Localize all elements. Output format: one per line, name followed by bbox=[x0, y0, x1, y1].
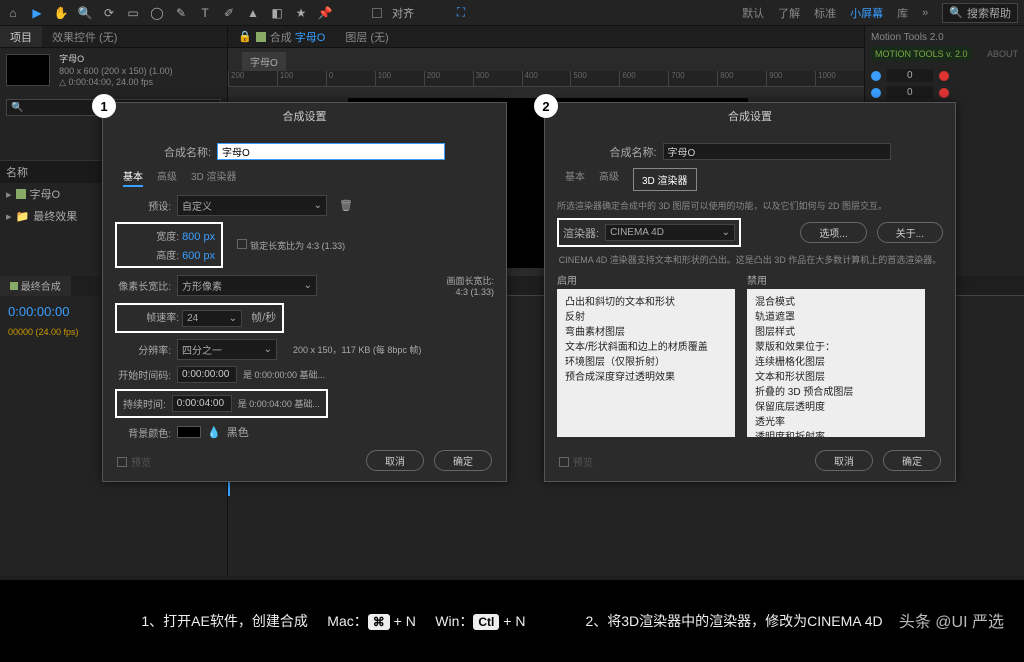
dimensions-highlight: 宽度: 800 px 高度: 600 px bbox=[115, 222, 223, 268]
motion-brand: MOTION TOOLS v. 2.0 bbox=[871, 47, 972, 61]
framerate-highlight: 帧速率: 24⌄ 帧/秒 bbox=[115, 303, 284, 333]
cmd-key-icon: ⌘ bbox=[368, 614, 390, 630]
renderer-select[interactable]: CINEMA 4D⌄ bbox=[605, 224, 735, 241]
comp-name-input-2[interactable] bbox=[663, 143, 891, 160]
comp-settings-dialog-2: 合成设置 合成名称: 基本 高级 3D 渲染器 所选渲染器确定合成中的 3D 图… bbox=[544, 102, 956, 482]
dot-blue2-icon[interactable] bbox=[871, 88, 881, 98]
comp-name-label: 合成名称: bbox=[164, 144, 211, 160]
chevron-down-icon: ⌄ bbox=[314, 200, 322, 211]
dialog2-title: 合成设置 bbox=[545, 103, 955, 129]
tab-effect-controls[interactable]: 效果控件 (无) bbox=[42, 26, 127, 47]
stamp-tool-icon[interactable]: ▲ bbox=[246, 6, 260, 20]
workspace-learn[interactable]: 了解 bbox=[778, 5, 800, 21]
dot-red-icon[interactable] bbox=[939, 71, 949, 81]
workspace-more-icon[interactable]: » bbox=[922, 7, 928, 19]
tab-project[interactable]: 项目 bbox=[0, 26, 42, 47]
viewer-inner-tab[interactable]: 字母O bbox=[242, 52, 286, 71]
ctrl-key: Ctl bbox=[473, 614, 499, 630]
motion-tools-title: Motion Tools 2.0 bbox=[871, 32, 1018, 43]
tab-3d-renderer[interactable]: 3D 渲染器 bbox=[191, 168, 237, 187]
workspace-default[interactable]: 默认 bbox=[742, 5, 764, 21]
selection-tool-icon[interactable]: ▶ bbox=[30, 6, 44, 20]
pen-tool-icon[interactable]: ✎ bbox=[174, 6, 188, 20]
framerate-select[interactable]: 24⌄ bbox=[182, 310, 242, 327]
bg-color-chip[interactable] bbox=[177, 426, 201, 438]
timeline-tab[interactable]: 最终合成 bbox=[0, 276, 71, 296]
trash-icon[interactable]: 🗑 bbox=[339, 199, 353, 212]
tab-basic-2[interactable]: 基本 bbox=[565, 168, 585, 191]
comp-name-input[interactable] bbox=[217, 143, 445, 160]
tab-advanced-2[interactable]: 高级 bbox=[599, 168, 619, 191]
folder-icon: 📁 bbox=[16, 210, 30, 223]
workspace-library[interactable]: 库 bbox=[897, 5, 908, 21]
text-tool-icon[interactable]: T bbox=[198, 6, 212, 20]
expand-icon[interactable]: ⛶ bbox=[454, 6, 468, 20]
comp-info: 字母O 800 x 600 (200 x 150) (1.00) △ 0:00:… bbox=[59, 54, 173, 89]
about-link[interactable]: ABOUT bbox=[987, 49, 1018, 59]
brush-tool-icon[interactable]: ✐ bbox=[222, 6, 236, 20]
pixel-aspect-select[interactable]: 方形像素⌄ bbox=[177, 275, 317, 296]
workspace-standard[interactable]: 标准 bbox=[814, 5, 836, 21]
hand-tool-icon[interactable]: ✋ bbox=[54, 6, 68, 20]
start-timecode-input[interactable] bbox=[177, 366, 237, 383]
snap-checkbox[interactable] bbox=[372, 8, 382, 18]
tab-layer-viewer[interactable]: 图层 (无) bbox=[335, 26, 398, 47]
ok-button-2[interactable]: 确定 bbox=[883, 450, 941, 471]
height-value[interactable]: 600 px bbox=[182, 250, 215, 262]
about-button[interactable]: 关于... bbox=[877, 222, 943, 243]
comp-settings-dialog-1: 合成设置 合成名称: 基本 高级 3D 渲染器 预设: 自定义⌄ 🗑 宽度: 8… bbox=[102, 102, 507, 482]
tab-basic[interactable]: 基本 bbox=[123, 168, 143, 187]
tab-comp-viewer[interactable]: 合成 字母O bbox=[270, 29, 326, 45]
lock-icon: 🔒 bbox=[238, 30, 252, 43]
roto-tool-icon[interactable]: ★ bbox=[294, 6, 308, 20]
preview-checkbox-1[interactable] bbox=[117, 457, 127, 467]
ok-button-1[interactable]: 确定 bbox=[434, 450, 492, 471]
dot-red2-icon[interactable] bbox=[939, 88, 949, 98]
watermark: 头条 @UI 严选 bbox=[899, 608, 1004, 632]
caption-bar: 1、打开AE软件，创建合成 Mac：⌘ + N Win：Ctl + N 2、将3… bbox=[0, 580, 1024, 662]
disabled-list: 混合模式 轨道遮罩 图层样式 蒙版和效果位于： 连续栅格化图层 文本和形状图层 … bbox=[747, 289, 925, 437]
puppet-tool-icon[interactable]: 📌 bbox=[318, 6, 332, 20]
dot-blue-icon[interactable] bbox=[871, 71, 881, 81]
renderer-desc: 所选渲染器确定合成中的 3D 图层可以使用的功能，以及它们如何与 2D 图层交互… bbox=[557, 199, 943, 212]
snap-label: 对齐 bbox=[392, 5, 414, 21]
duration-input[interactable] bbox=[172, 395, 232, 412]
resolution-select[interactable]: 四分之一⌄ bbox=[177, 339, 277, 360]
duration-highlight: 持续时间: 是 0:00:04:00 基础... bbox=[115, 389, 328, 418]
renderer-highlight: 渲染器: CINEMA 4D⌄ bbox=[557, 218, 741, 247]
rect-tool-icon[interactable]: ▭ bbox=[126, 6, 140, 20]
dialog1-title: 合成设置 bbox=[103, 103, 506, 129]
top-toolbar: ⌂ ▶ ✋ 🔍 ⟳ ▭ ◯ ✎ T ✐ ▲ ◧ ★ 📌 对齐 ⛶ 默认 了解 标… bbox=[0, 0, 1024, 26]
home-icon[interactable]: ⌂ bbox=[6, 6, 20, 20]
lock-aspect-checkbox[interactable] bbox=[237, 239, 247, 249]
comp-thumbnail[interactable] bbox=[6, 54, 50, 86]
step-badge-2: 2 bbox=[534, 94, 558, 118]
search-icon: 🔍 bbox=[949, 6, 963, 19]
enabled-list: 凸出和斜切的文本和形状 反射 弯曲素材图层 文本/形状斜面和边上的材质覆盖 环境… bbox=[557, 289, 735, 437]
ellipse-tool-icon[interactable]: ◯ bbox=[150, 6, 164, 20]
search-help[interactable]: 🔍 搜索帮助 bbox=[942, 3, 1018, 23]
width-value[interactable]: 800 px bbox=[182, 231, 215, 243]
cancel-button-1[interactable]: 取消 bbox=[366, 450, 424, 471]
tab-advanced[interactable]: 高级 bbox=[157, 168, 177, 187]
eraser-tool-icon[interactable]: ◧ bbox=[270, 6, 284, 20]
zoom-tool-icon[interactable]: 🔍 bbox=[78, 6, 92, 20]
cancel-button-2[interactable]: 取消 bbox=[815, 450, 873, 471]
workspace-small[interactable]: 小屏幕 bbox=[850, 5, 883, 21]
preset-select[interactable]: 自定义⌄ bbox=[177, 195, 327, 216]
step-badge-1: 1 bbox=[92, 94, 116, 118]
preview-checkbox-2[interactable] bbox=[559, 457, 569, 467]
search-placeholder: 搜索帮助 bbox=[967, 5, 1011, 21]
tab-3d-renderer-2[interactable]: 3D 渲染器 bbox=[633, 168, 697, 191]
horizontal-ruler: 20010001002003004005006007008009001000 bbox=[228, 71, 864, 87]
options-button[interactable]: 选项... bbox=[800, 222, 866, 243]
eyedropper-icon[interactable]: 💧 bbox=[207, 426, 221, 439]
c4d-desc: CINEMA 4D 渲染器支持文本和形状的凸出。这是凸出 3D 作品在大多数计算… bbox=[557, 253, 943, 266]
orbit-tool-icon[interactable]: ⟳ bbox=[102, 6, 116, 20]
